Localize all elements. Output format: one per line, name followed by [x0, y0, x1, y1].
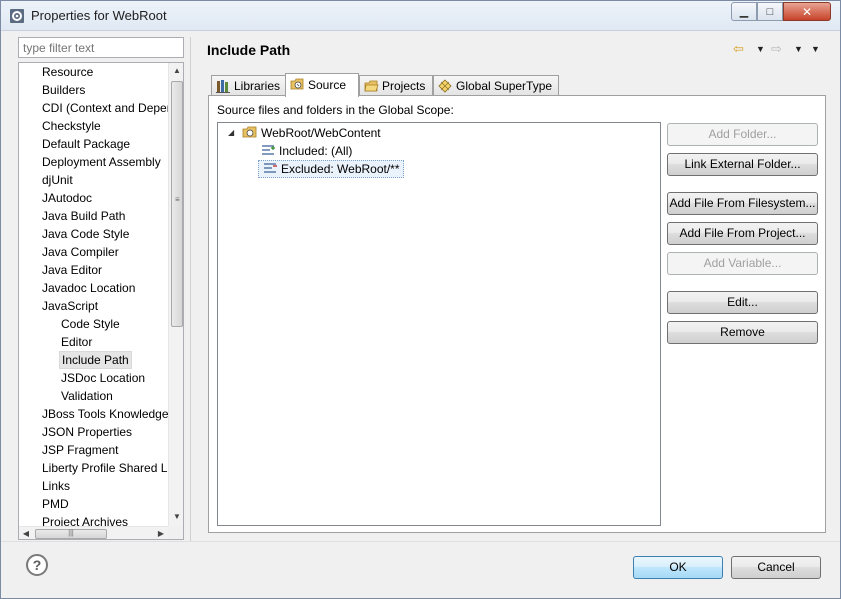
tree-horizontal-scrollbar[interactable]: ◀ ||| ▶	[19, 526, 168, 539]
preference-tree[interactable]: Resource Builders CDI (Context and Depen…	[18, 62, 184, 540]
help-icon[interactable]: ?	[26, 554, 48, 576]
source-tree[interactable]: ◢ WebRoot/WebContent Included: (All) Exc…	[217, 122, 661, 526]
tree-item-javadoc-location[interactable]: Javadoc Location	[42, 279, 135, 297]
global-supertype-icon	[438, 79, 452, 93]
cancel-button[interactable]: Cancel	[731, 556, 821, 579]
collapse-icon[interactable]: ◢	[228, 128, 234, 137]
tree-item-jsdoc-location[interactable]: JSDoc Location	[61, 369, 145, 387]
tree-item-resource[interactable]: Resource	[42, 63, 93, 81]
tree-item-validation[interactable]: Validation	[61, 387, 113, 405]
tree-item-deployment-assembly[interactable]: Deployment Assembly	[42, 153, 161, 171]
exclusion-filter-icon	[264, 163, 277, 173]
add-folder-button[interactable]: Add Folder...	[667, 123, 818, 146]
link-external-folder-button[interactable]: Link External Folder...	[667, 153, 818, 176]
source-root-label: WebRoot/WebContent	[261, 126, 381, 140]
scroll-thumb[interactable]: ≡	[171, 81, 183, 327]
page-title: Include Path	[207, 42, 291, 58]
close-button[interactable]: ✕	[783, 2, 831, 21]
tree-item-default-package[interactable]: Default Package	[42, 135, 130, 153]
minimize-icon: ▁	[739, 6, 749, 18]
scope-label: Source files and folders in the Global S…	[217, 103, 454, 117]
close-icon: ✕	[801, 4, 813, 19]
tree-item-java-editor[interactable]: Java Editor	[42, 261, 102, 279]
forward-arrow-icon: ⇨	[771, 41, 782, 56]
maximize-button[interactable]: □	[757, 2, 783, 21]
excluded-node[interactable]: Excluded: WebRoot/**	[258, 160, 404, 178]
inclusion-filter-icon	[262, 145, 275, 155]
excluded-label: Excluded: WebRoot/**	[281, 162, 400, 176]
filter-input[interactable]	[18, 37, 184, 58]
window-title: Properties for WebRoot	[31, 8, 167, 23]
tree-item-jautodoc[interactable]: JAutodoc	[42, 189, 92, 207]
tab-label: Projects	[382, 79, 426, 93]
tree-item-jboss-tools[interactable]: JBoss Tools Knowledge	[42, 405, 168, 423]
tree-item-json-properties[interactable]: JSON Properties	[42, 423, 132, 441]
tab-label: Global SuperType	[456, 79, 553, 93]
scroll-up-arrow-icon[interactable]: ▲	[169, 63, 183, 79]
scroll-right-arrow-icon[interactable]: ▶	[154, 527, 168, 539]
back-dropdown-icon[interactable]: ▼	[756, 40, 765, 58]
libraries-icon	[216, 80, 230, 93]
tree-item-links[interactable]: Links	[42, 477, 70, 495]
bottom-separator	[1, 541, 840, 542]
tree-vertical-scrollbar[interactable]: ▲ ≡ ▼	[168, 63, 183, 526]
back-arrow-icon[interactable]: ⇦	[733, 40, 744, 58]
tree-item-java-build-path[interactable]: Java Build Path	[42, 207, 125, 225]
tab-global-supertype[interactable]: Global SuperType	[433, 75, 559, 96]
tab-projects[interactable]: Projects	[359, 75, 433, 96]
included-label: Included: (All)	[279, 144, 353, 158]
tree-item-editor[interactable]: Editor	[61, 333, 92, 351]
properties-app-icon	[10, 9, 24, 23]
tree-item-pmd[interactable]: PMD	[42, 495, 69, 513]
tree-item-builders[interactable]: Builders	[42, 81, 85, 99]
tree-item-code-style[interactable]: Code Style	[61, 315, 120, 333]
hscroll-thumb[interactable]: |||	[35, 529, 107, 539]
forward-dropdown-icon: ▼	[794, 44, 803, 54]
add-variable-button[interactable]: Add Variable...	[667, 252, 818, 275]
scroll-left-arrow-icon[interactable]: ◀	[19, 527, 33, 539]
properties-dialog: Properties for WebRoot ▁ □ ✕ Resource Bu…	[0, 0, 841, 599]
remove-button[interactable]: Remove	[667, 321, 818, 344]
projects-icon	[364, 80, 379, 92]
title-bar: Properties for WebRoot ▁ □ ✕	[1, 1, 840, 31]
scroll-corner	[168, 526, 183, 539]
scroll-down-arrow-icon[interactable]: ▼	[169, 509, 183, 525]
edit-button[interactable]: Edit...	[667, 291, 818, 314]
view-menu-icon[interactable]: ▼	[811, 40, 820, 58]
tree-item-java-code-style[interactable]: Java Code Style	[42, 225, 129, 243]
preference-tree-list: Resource Builders CDI (Context and Depen…	[19, 63, 168, 526]
source-folder-icon	[242, 126, 257, 138]
grip-icon: ≡	[175, 195, 180, 204]
tree-item-project-archives[interactable]: Project Archives	[42, 513, 128, 526]
add-file-from-filesystem-button[interactable]: Add File From Filesystem...	[667, 192, 818, 215]
tab-label: Libraries	[234, 79, 281, 93]
source-root-node[interactable]: WebRoot/WebContent	[242, 124, 381, 142]
tree-item-checkstyle[interactable]: Checkstyle	[42, 117, 101, 135]
maximize-icon: □	[766, 5, 774, 18]
tree-item-jsp-fragment[interactable]: JSP Fragment	[42, 441, 118, 459]
tree-item-java-compiler[interactable]: Java Compiler	[42, 243, 119, 261]
tree-item-djunit[interactable]: djUnit	[42, 171, 73, 189]
splitter[interactable]	[190, 37, 191, 541]
tab-libraries[interactable]: Libraries	[211, 75, 286, 96]
included-node[interactable]: Included: (All)	[260, 142, 352, 160]
source-folder-icon	[290, 78, 304, 90]
tree-item-cdi[interactable]: CDI (Context and Depen	[42, 99, 168, 117]
tree-item-liberty-profile[interactable]: Liberty Profile Shared Li	[42, 459, 168, 477]
tree-item-javascript[interactable]: JavaScript	[42, 297, 98, 315]
tab-label: Source	[308, 78, 347, 92]
tree-item-include-path[interactable]: Include Path	[59, 351, 132, 369]
ok-button[interactable]: OK	[633, 556, 723, 579]
add-file-from-project-button[interactable]: Add File From Project...	[667, 222, 818, 245]
minimize-button[interactable]: ▁	[731, 2, 757, 21]
tab-source[interactable]: Source	[285, 73, 359, 97]
